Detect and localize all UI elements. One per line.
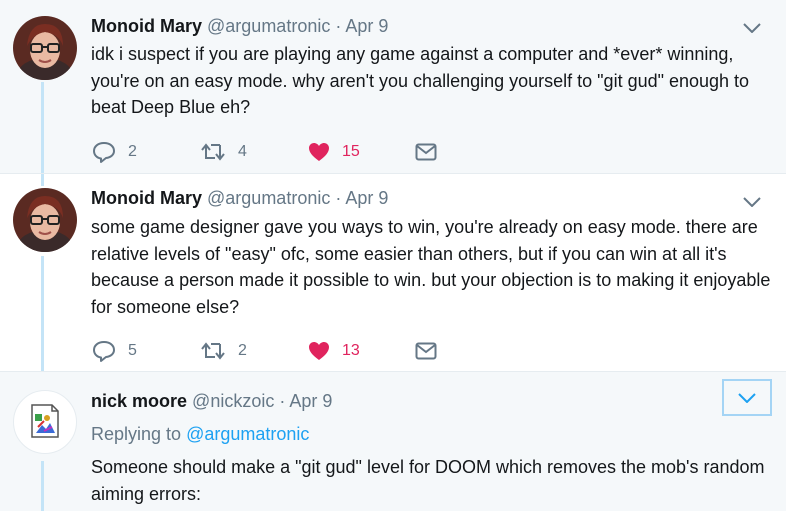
- avatar[interactable]: [13, 390, 77, 454]
- thread-line: [41, 461, 44, 511]
- like-button[interactable]: 13: [308, 338, 360, 364]
- avatar[interactable]: [13, 16, 77, 80]
- tweet-text: idk i suspect if you are playing any gam…: [91, 44, 750, 117]
- thread-line: [41, 256, 44, 371]
- thread-line: [41, 82, 44, 173]
- like-count: 13: [342, 342, 360, 359]
- author-name[interactable]: Monoid Mary: [91, 188, 202, 208]
- tweet-1[interactable]: Monoid Mary @argumatronic · Apr 9 idk i …: [0, 0, 786, 174]
- tweet-header: Monoid Mary @argumatronic · Apr 9: [91, 188, 388, 209]
- reply-icon: [93, 142, 115, 163]
- author-name[interactable]: Monoid Mary: [91, 16, 202, 36]
- reply-count: 5: [128, 342, 137, 359]
- chevron-down-icon[interactable]: [740, 190, 764, 214]
- tweet-date[interactable]: Apr 9: [345, 188, 388, 208]
- retweet-count: 4: [238, 143, 247, 160]
- tweet-date[interactable]: Apr 9: [289, 391, 332, 411]
- dm-button[interactable]: [415, 338, 437, 364]
- reply-icon: [93, 341, 115, 362]
- thread-line: [41, 174, 44, 186]
- reply-count: 2: [128, 143, 137, 160]
- replying-to-prefix: Replying to: [91, 424, 187, 444]
- separator: ·: [279, 391, 286, 411]
- tweet-header: Monoid Mary @argumatronic · Apr 9: [91, 16, 388, 37]
- heart-icon: [309, 143, 329, 161]
- tweet-text: some game designer gave you ways to win,…: [91, 217, 771, 317]
- author-name[interactable]: nick moore: [91, 391, 187, 411]
- like-count: 15: [342, 143, 360, 160]
- broken-image-icon: [31, 404, 59, 438]
- tweet-2[interactable]: Monoid Mary @argumatronic · Apr 9 some g…: [0, 174, 786, 372]
- like-button[interactable]: 15: [308, 139, 360, 165]
- author-handle[interactable]: @argumatronic: [207, 188, 330, 208]
- author-handle[interactable]: @nickzoic: [192, 391, 274, 411]
- separator: ·: [335, 188, 342, 208]
- reply-button[interactable]: 2: [92, 139, 137, 165]
- reply-button[interactable]: 5: [92, 338, 137, 364]
- replying-to: Replying to @argumatronic: [91, 424, 309, 445]
- retweet-button[interactable]: 2: [200, 338, 247, 364]
- tweet-3[interactable]: nick moore @nickzoic · Apr 9 Replying to…: [0, 372, 786, 511]
- tweet-text: Someone should make a "git gud" level fo…: [91, 457, 765, 504]
- retweet-icon: [201, 143, 225, 161]
- chevron-down-icon[interactable]: [722, 379, 772, 416]
- tweet-date[interactable]: Apr 9: [345, 16, 388, 36]
- separator: ·: [335, 16, 342, 36]
- mail-icon: [415, 143, 437, 161]
- mention-link[interactable]: @argumatronic: [186, 424, 309, 444]
- retweet-icon: [201, 342, 225, 360]
- avatar[interactable]: [13, 188, 77, 252]
- mail-icon: [415, 342, 437, 360]
- retweet-button[interactable]: 4: [200, 139, 247, 165]
- heart-icon: [309, 342, 329, 360]
- author-handle[interactable]: @argumatronic: [207, 16, 330, 36]
- tweet-header: nick moore @nickzoic · Apr 9: [91, 391, 332, 412]
- chevron-down-icon[interactable]: [740, 16, 764, 40]
- retweet-count: 2: [238, 342, 247, 359]
- dm-button[interactable]: [415, 139, 437, 165]
